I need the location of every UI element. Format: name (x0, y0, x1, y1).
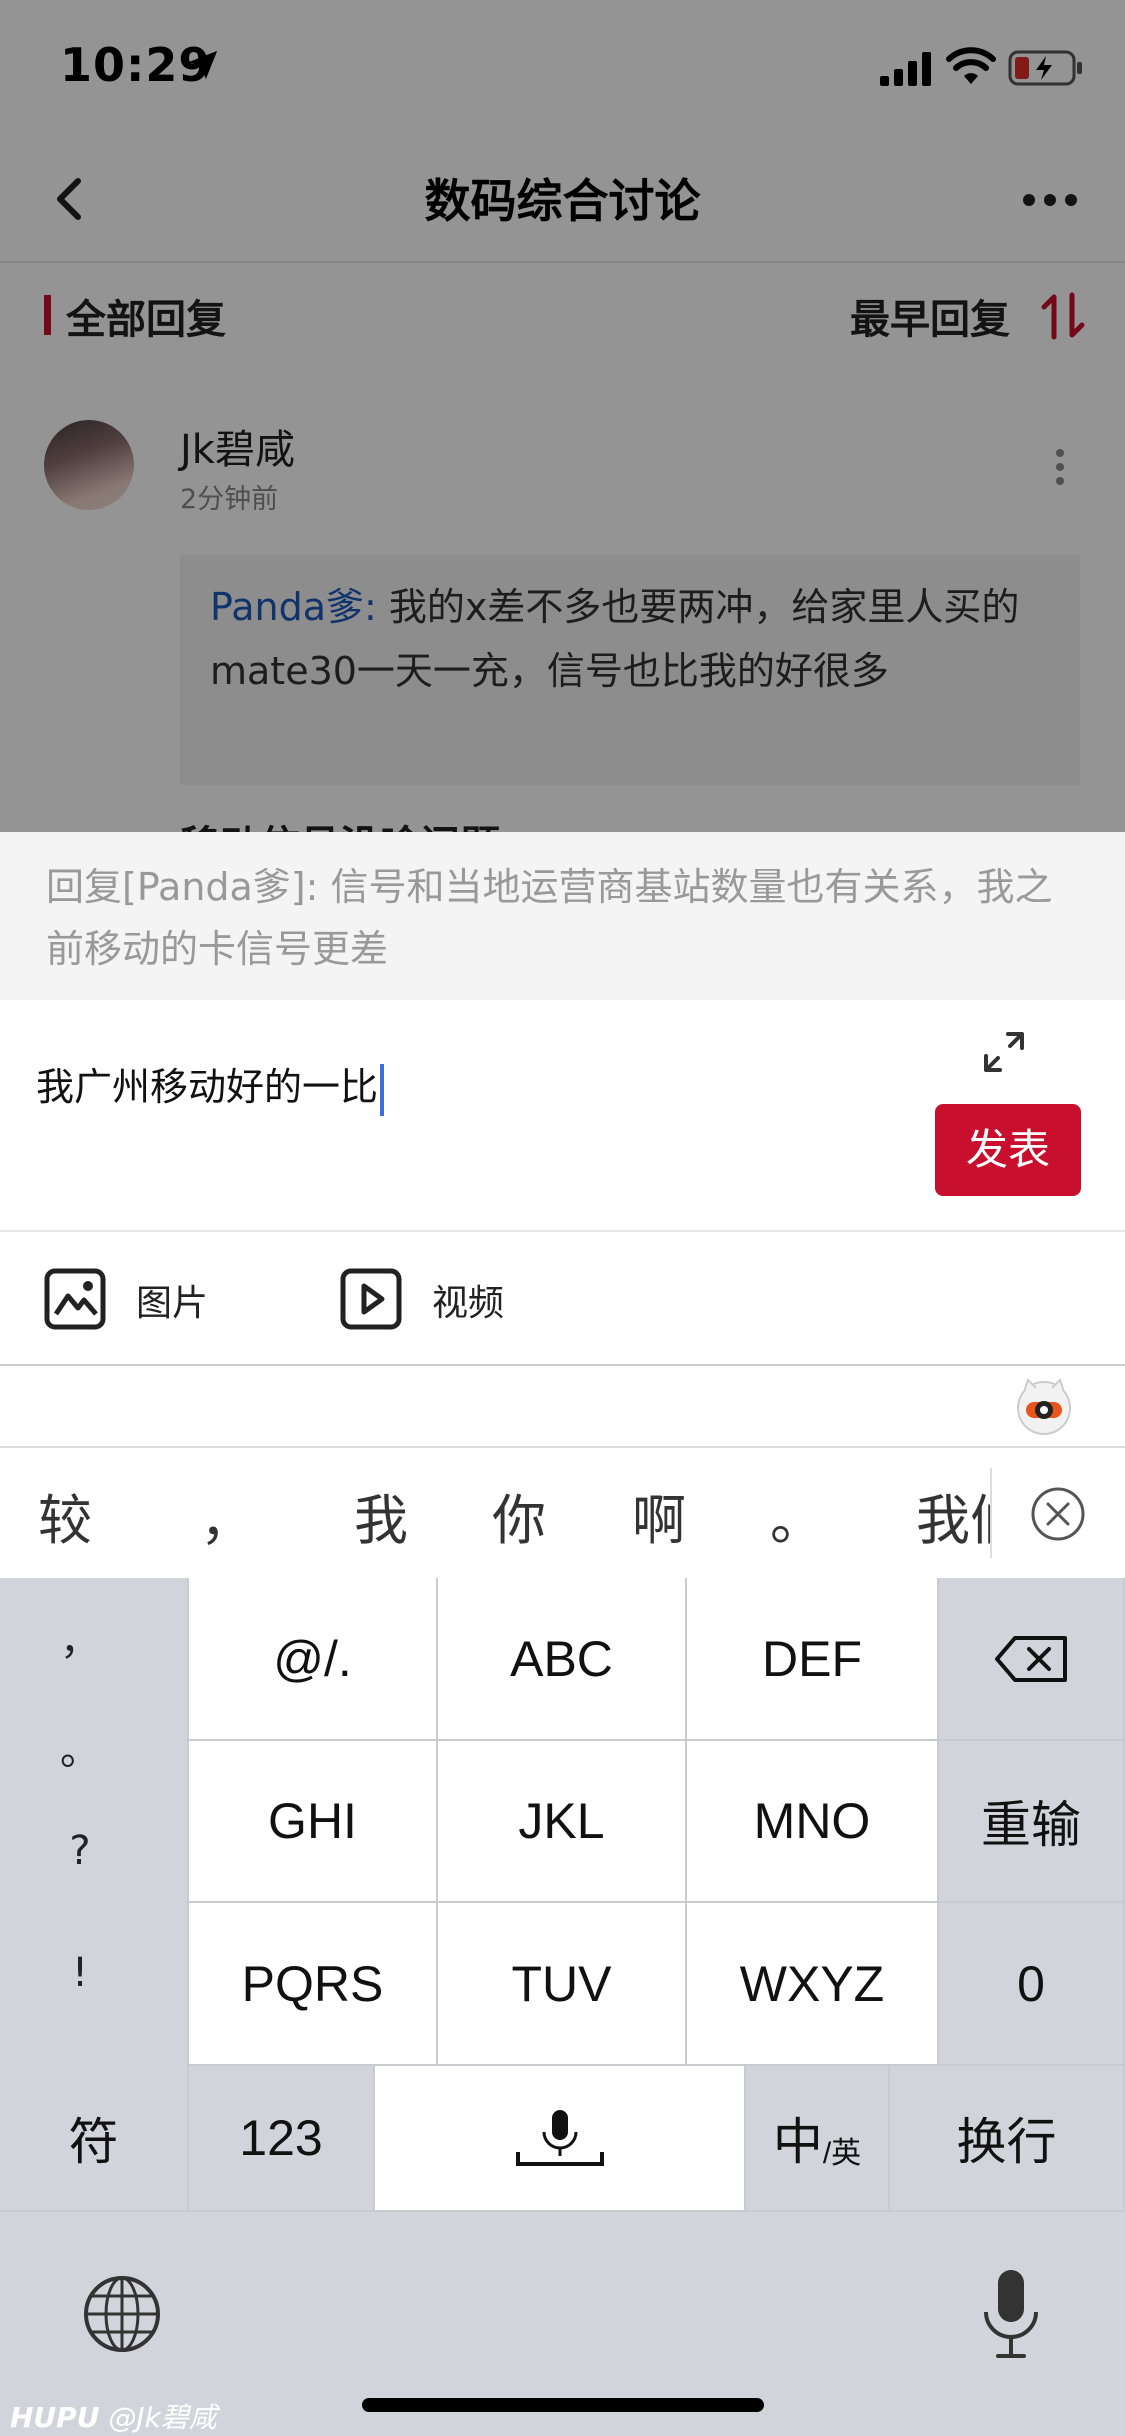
post-button[interactable]: 发表 (935, 1104, 1081, 1196)
keyboard-toolbar (0, 1366, 1125, 1446)
keyboard: ， 。 ? ! @/. ABC DEF GHI JKL MNO 重输 PQRS … (0, 1578, 1125, 2436)
enter-key[interactable]: 换行 (890, 2066, 1125, 2212)
background-page: 10:29 数码综合讨论 全部回复 最早回复 Jk碧咸 2分钟前 Panda爹:… (0, 0, 1125, 832)
keyboard-mascot-icon[interactable] (1012, 1374, 1076, 1438)
video-label[interactable]: 视频 (432, 1274, 504, 1326)
punctuation-key[interactable]: ? (0, 1828, 160, 1874)
attachment-bar: 图片 视频 (0, 1232, 1125, 1366)
punctuation-key[interactable]: 。 (0, 1718, 160, 1776)
text-cursor (380, 1063, 385, 1116)
video-icon[interactable] (340, 1268, 402, 1330)
key-wxyz[interactable]: WXYZ (687, 1903, 939, 2066)
space-key[interactable] (375, 2066, 746, 2212)
reply-composer: 我广州移动好的一比 发表 (0, 1000, 1125, 1232)
language-sub-label: /英 (822, 2137, 862, 2170)
punctuation-key[interactable]: ! (0, 1950, 160, 1996)
candidate-word[interactable]: 。 (770, 1476, 824, 1555)
reply-target-hint: 回复[Panda爹]: 信号和当地运营商基站数量也有关系，我之前移动的卡信号更差 (0, 832, 1125, 1000)
reset-key[interactable]: 重输 (939, 1741, 1125, 1903)
language-toggle-key[interactable]: 中/英 (746, 2066, 890, 2212)
numbers-key[interactable]: 123 (189, 2066, 375, 2212)
candidate-word[interactable]: 我们 (916, 1476, 990, 1555)
key-ghi[interactable]: GHI (189, 1741, 438, 1903)
key-zero[interactable]: 0 (939, 1903, 1125, 2066)
image-label[interactable]: 图片 (136, 1274, 208, 1326)
candidate-bar: 较 ， 我 你 啊 。 我们 (0, 1446, 1125, 1578)
key-tuv[interactable]: TUV (438, 1903, 687, 2066)
key-jkl[interactable]: JKL (438, 1741, 687, 1903)
key-mno[interactable]: MNO (687, 1741, 939, 1903)
candidate-word[interactable]: 我 (354, 1476, 408, 1555)
backspace-icon (995, 1635, 1067, 1682)
symbols-key[interactable]: 符 (0, 2066, 189, 2212)
close-candidates-icon[interactable] (1030, 1486, 1086, 1542)
backspace-key[interactable] (939, 1578, 1125, 1741)
key-def[interactable]: DEF (687, 1578, 939, 1741)
globe-icon[interactable] (82, 2274, 162, 2354)
key-abc[interactable]: ABC (438, 1578, 687, 1741)
language-main-label: 中 (772, 2114, 823, 2170)
dim-overlay[interactable] (0, 0, 1125, 832)
punctuation-column[interactable]: ， 。 ? ! (0, 1578, 189, 2066)
watermark-user: @Jk碧咸 (108, 2401, 217, 2434)
key-symbols[interactable]: @/. (189, 1578, 438, 1741)
watermark: HUPU @Jk碧咸 (10, 2396, 217, 2436)
candidate-word[interactable]: ， (200, 1476, 254, 1555)
key-pqrs[interactable]: PQRS (189, 1903, 438, 2066)
watermark-brand: HUPU (10, 2401, 100, 2434)
microphone-icon[interactable] (978, 2268, 1044, 2364)
expand-icon[interactable] (982, 1030, 1026, 1074)
reply-input[interactable]: 我广州移动好的一比 (36, 1056, 385, 1116)
candidate-divider (990, 1468, 992, 1558)
reply-input-value: 我广州移动好的一比 (36, 1065, 379, 1109)
image-icon[interactable] (44, 1268, 106, 1330)
punctuation-key[interactable]: ， (0, 1608, 160, 1666)
candidate-word[interactable]: 啊 (632, 1476, 686, 1555)
candidate-word[interactable]: 较 (38, 1476, 92, 1555)
space-mic-icon (515, 2110, 604, 2166)
home-indicator[interactable] (362, 2398, 764, 2412)
candidate-word[interactable]: 你 (492, 1476, 546, 1555)
